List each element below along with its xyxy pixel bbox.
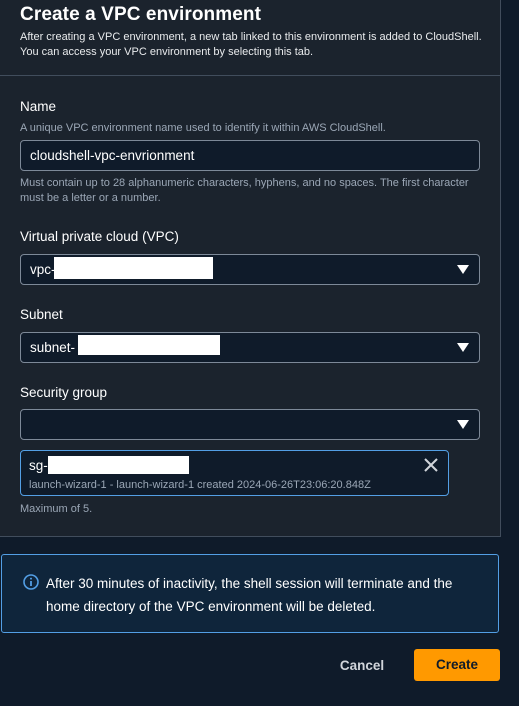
close-icon[interactable] [422, 456, 440, 474]
subnet-label: Subnet [20, 307, 63, 322]
page-title: Create a VPC environment [20, 4, 262, 25]
info-alert: After 30 minutes of inactivity, the shel… [1, 554, 499, 633]
redacted-block [48, 456, 189, 474]
cancel-button[interactable]: Cancel [330, 650, 394, 681]
caret-down-icon [457, 265, 469, 274]
security-group-label: Security group [20, 385, 108, 400]
token-label: sg- [29, 458, 48, 473]
name-label: Name [20, 99, 57, 114]
security-group-select[interactable] [20, 409, 480, 440]
vpc-select-value: vpc- [30, 262, 56, 277]
vpc-label: Virtual private cloud (VPC) [20, 229, 179, 244]
token-detail: launch-wizard-1 - launch-wizard-1 create… [29, 479, 371, 491]
name-input[interactable]: cloudshell-vpc-envrionment [20, 140, 480, 171]
caret-down-icon [457, 343, 469, 352]
create-vpc-panel: Create a VPC environment After creating … [0, 0, 501, 537]
info-icon [23, 574, 39, 590]
redacted-block [54, 257, 213, 279]
create-button[interactable]: Create [414, 649, 500, 681]
panel-header: Create a VPC environment After creating … [0, 0, 500, 76]
subnet-select-value: subnet- [30, 340, 76, 355]
redacted-block [78, 335, 220, 355]
name-constraint: Must contain up to 28 alphanumeric chara… [20, 177, 469, 204]
alert-text: After 30 minutes of inactivity, the shel… [46, 576, 453, 614]
security-group-constraint: Maximum of 5. [20, 503, 93, 515]
caret-down-icon [457, 420, 469, 429]
name-description: A unique VPC environment name used to id… [20, 122, 386, 134]
page-subtitle: After creating a VPC environment, a new … [20, 31, 482, 58]
